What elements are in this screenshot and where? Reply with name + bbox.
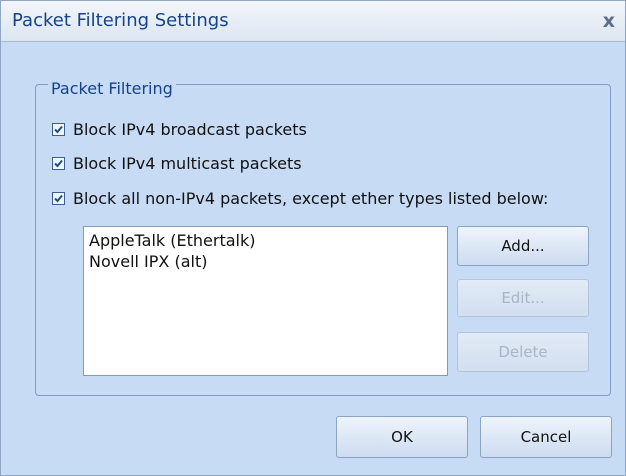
edit-button[interactable]: Edit... [457, 279, 589, 317]
block-non-ipv4-checkbox[interactable] [52, 191, 65, 205]
check-mark-icon [54, 159, 63, 167]
block-multicast-label: Block IPv4 multicast packets [73, 153, 302, 173]
cancel-button[interactable]: Cancel [480, 416, 612, 458]
block-non-ipv4-label: Block all non-IPv4 packets, except ether… [73, 188, 549, 208]
title-bar: Packet Filtering Settings x [1, 1, 625, 42]
delete-button[interactable]: Delete [457, 332, 589, 372]
block-broadcast-checkbox-row[interactable]: Block IPv4 broadcast packets [52, 118, 307, 140]
block-broadcast-checkbox[interactable] [52, 122, 65, 136]
add-button[interactable]: Add... [457, 226, 589, 266]
group-title: Packet Filtering [48, 79, 176, 98]
block-multicast-checkbox[interactable] [52, 156, 65, 170]
list-item[interactable]: AppleTalk (Ethertalk) [89, 230, 442, 251]
check-mark-icon [54, 125, 63, 133]
block-non-ipv4-checkbox-row[interactable]: Block all non-IPv4 packets, except ether… [52, 187, 548, 209]
dialog-title: Packet Filtering Settings [12, 10, 229, 31]
close-icon[interactable]: x [603, 10, 615, 32]
ether-types-listbox[interactable]: AppleTalk (Ethertalk) Novell IPX (alt) [83, 226, 448, 376]
check-mark-icon [54, 194, 63, 202]
list-item[interactable]: Novell IPX (alt) [89, 251, 442, 272]
block-multicast-checkbox-row[interactable]: Block IPv4 multicast packets [52, 152, 302, 174]
ok-button[interactable]: OK [336, 416, 468, 458]
block-broadcast-label: Block IPv4 broadcast packets [73, 119, 307, 139]
